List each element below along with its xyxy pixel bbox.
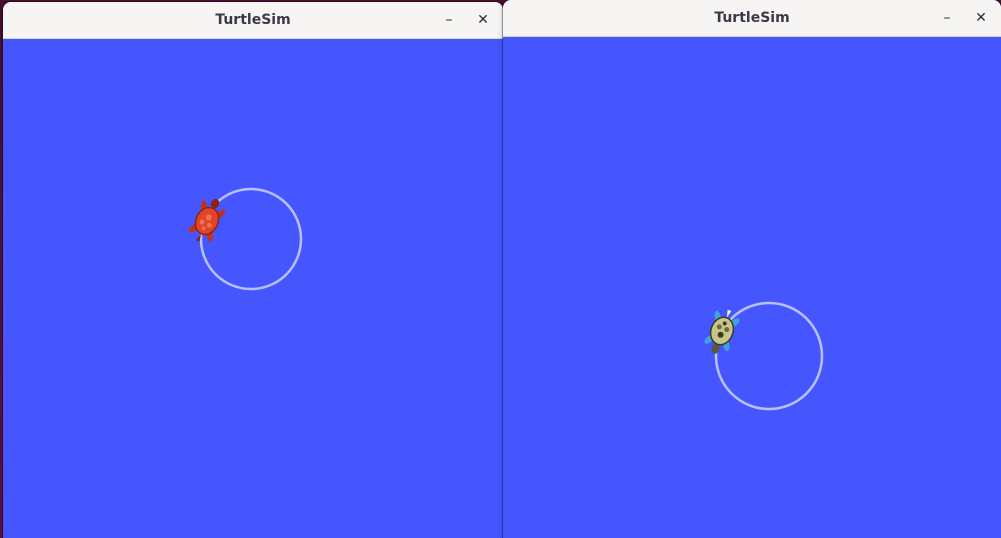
window-controls: – ✕ [435,2,497,38]
window-titlebar[interactable]: TurtleSim – ✕ [503,0,1001,37]
turtlesim-drawing [188,187,303,291]
turtlesim-canvas [503,37,1001,538]
window-title: TurtleSim [215,12,291,28]
minimize-button[interactable]: – [933,4,961,32]
window-controls: – ✕ [933,0,995,36]
window-title: TurtleSim [714,10,790,26]
turtlesim-window-1[interactable]: TurtleSim – ✕ [3,2,503,538]
turtlesim-drawing [704,301,824,411]
close-button[interactable]: ✕ [469,6,497,34]
turtle-trail-circle [714,301,824,411]
turtlesim-window-2[interactable]: TurtleSim – ✕ [503,0,1001,538]
minimize-button[interactable]: – [435,6,463,34]
turtlesim-canvas [3,39,503,538]
turtle-icon [188,198,226,242]
desktop: TurtleSim – ✕ TurtleSim – ✕ [0,0,1001,538]
window-titlebar[interactable]: TurtleSim – ✕ [3,2,503,39]
close-button[interactable]: ✕ [967,4,995,32]
